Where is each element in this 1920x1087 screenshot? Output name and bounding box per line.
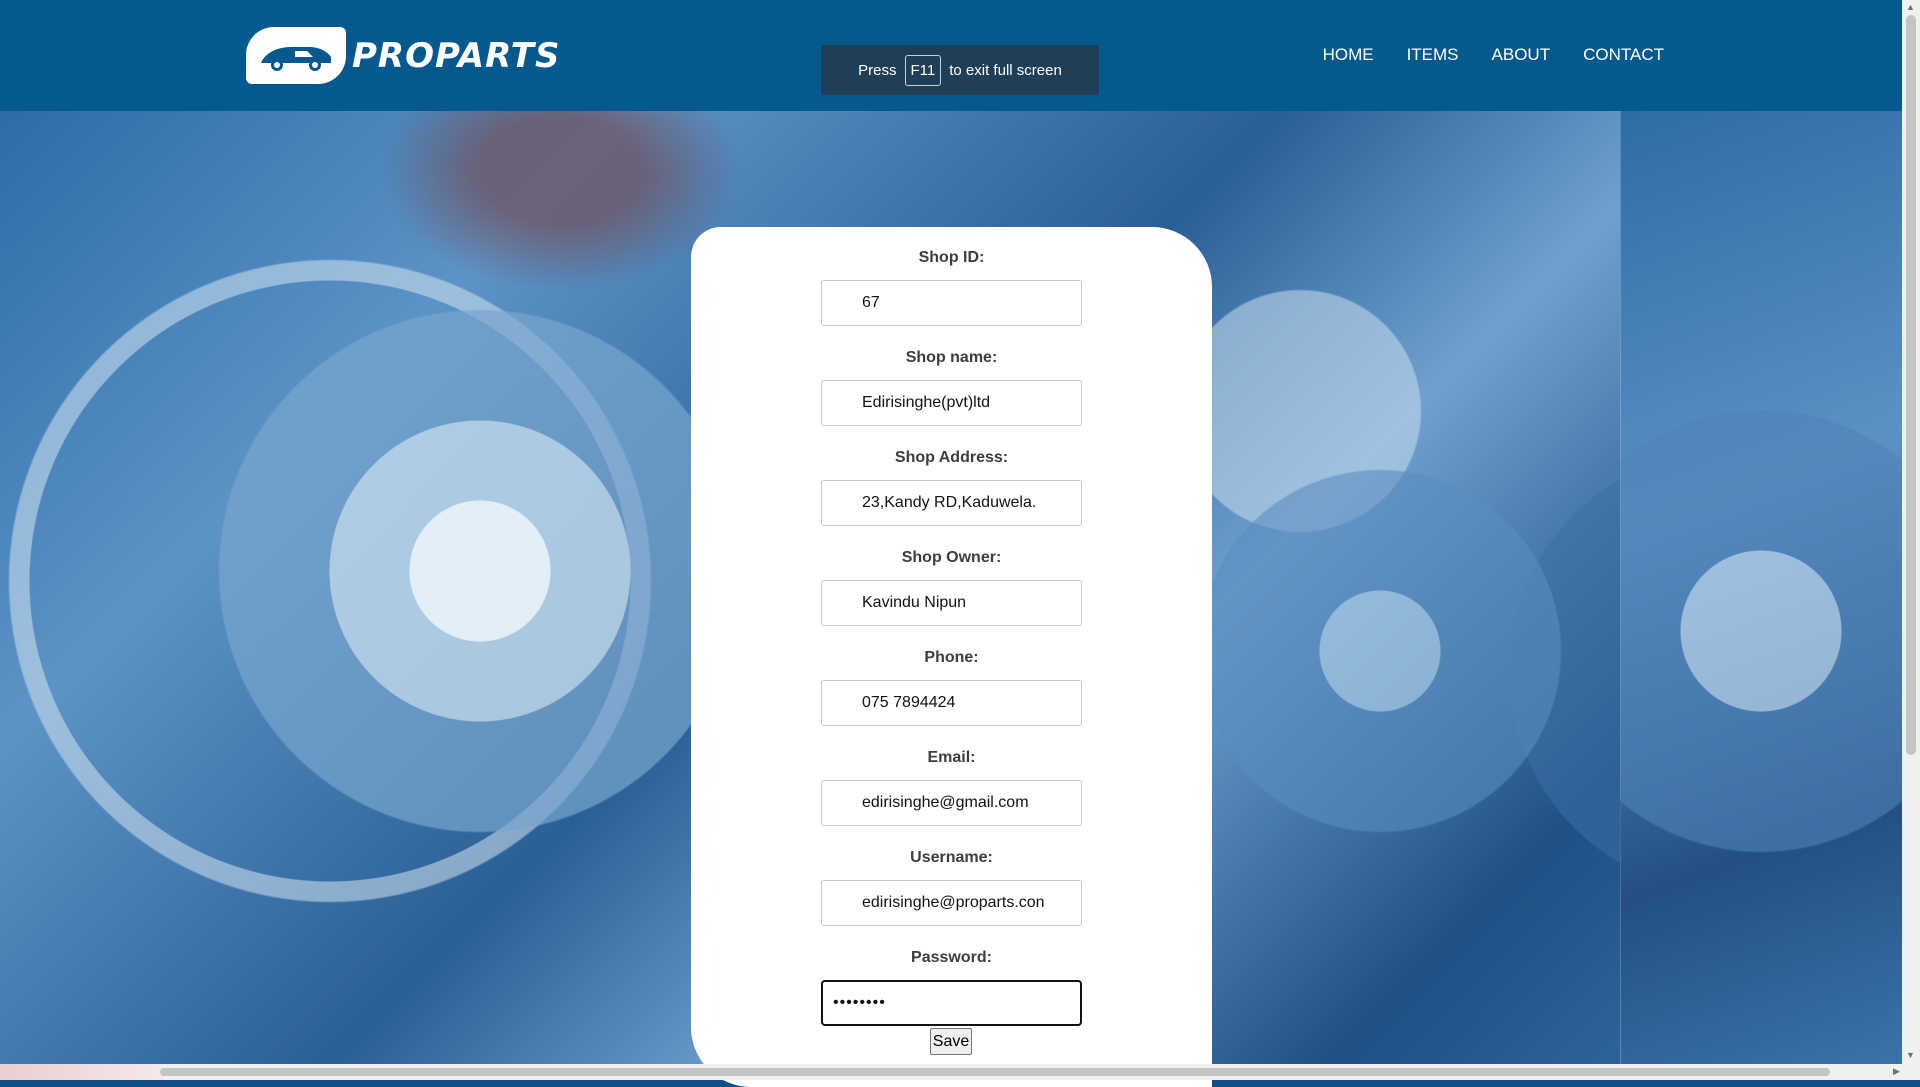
horizontal-scrollbar[interactable]: ▶ — [0, 1064, 1920, 1080]
nav-contact[interactable]: CONTACT — [1583, 45, 1664, 65]
vertical-scrollbar[interactable]: ▲ ▼ — [1902, 0, 1920, 1064]
brand-name: PROPARTS — [352, 35, 561, 76]
nav-home[interactable]: HOME — [1323, 45, 1374, 65]
phone-label: Phone: — [924, 649, 979, 666]
shop-owner-input[interactable] — [821, 580, 1082, 626]
brand-logo[interactable]: PROPARTS — [246, 27, 560, 84]
background-side-panel — [1620, 111, 1902, 1064]
scroll-up-icon[interactable]: ▲ — [1906, 2, 1915, 12]
shop-owner-label: Shop Owner: — [901, 549, 1002, 566]
f11-key-badge: F11 — [904, 54, 942, 86]
vertical-scroll-thumb[interactable] — [1906, 15, 1916, 755]
shop-address-input[interactable] — [821, 480, 1082, 526]
fullscreen-notice-prefix: Press — [858, 61, 897, 79]
shop-name-input[interactable] — [821, 380, 1082, 426]
username-label: Username: — [910, 849, 993, 866]
top-navbar: PROPARTS Press F11 to exit full screen H… — [0, 0, 1902, 111]
password-input[interactable] — [821, 980, 1082, 1026]
nav-about[interactable]: ABOUT — [1492, 45, 1551, 65]
scroll-down-icon[interactable]: ▼ — [1906, 1050, 1915, 1060]
shop-id-label: Shop ID: — [918, 249, 985, 266]
shop-address-label: Shop Address: — [894, 449, 1009, 466]
horizontal-scroll-thumb[interactable] — [160, 1068, 1830, 1076]
shop-form-card: Shop ID: Shop name: Shop Address: Shop O… — [691, 227, 1212, 1087]
scroll-overflow-edge — [0, 1064, 165, 1080]
phone-input[interactable] — [821, 680, 1082, 726]
email-label: Email: — [927, 749, 976, 766]
scroll-right-icon[interactable]: ▶ — [1893, 1066, 1900, 1077]
main-nav: HOME ITEMS ABOUT CONTACT — [1323, 45, 1664, 65]
password-label: Password: — [911, 949, 992, 966]
email-input[interactable] — [821, 780, 1082, 826]
nav-items[interactable]: ITEMS — [1407, 45, 1459, 65]
car-icon — [246, 27, 346, 84]
shop-id-input[interactable] — [821, 280, 1082, 326]
save-button[interactable]: Save — [930, 1028, 972, 1055]
shop-name-label: Shop name: — [905, 349, 998, 366]
fullscreen-notice: Press F11 to exit full screen — [821, 45, 1099, 95]
fullscreen-notice-suffix: to exit full screen — [949, 61, 1062, 79]
username-input[interactable] — [821, 880, 1082, 926]
